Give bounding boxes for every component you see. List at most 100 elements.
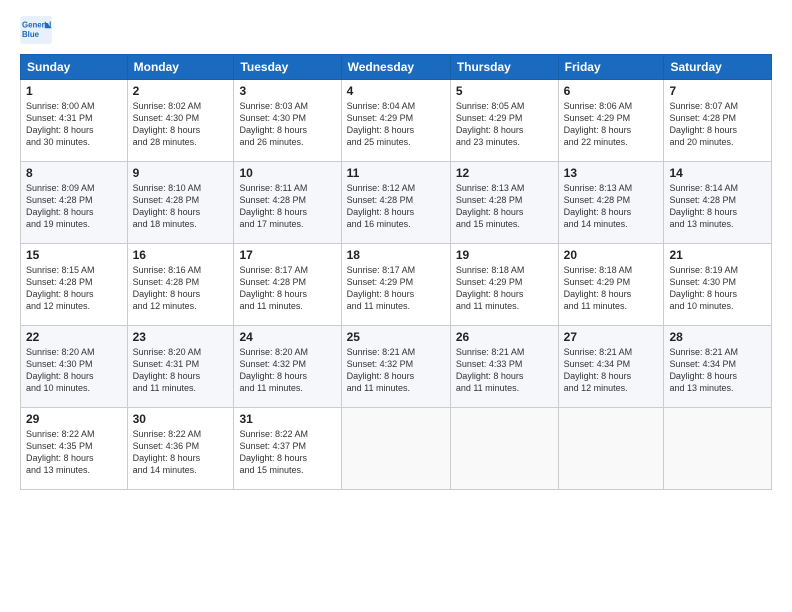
cell-details: Sunrise: 8:16 AMSunset: 4:28 PMDaylight:… [133, 264, 229, 313]
cell-detail-line: and 10 minutes. [669, 300, 766, 312]
day-number: 13 [564, 166, 659, 180]
cell-details: Sunrise: 8:20 AMSunset: 4:31 PMDaylight:… [133, 346, 229, 395]
calendar-week-2: 8Sunrise: 8:09 AMSunset: 4:28 PMDaylight… [21, 162, 772, 244]
calendar-cell: 23 Sunrise: 8:20 AMSunset: 4:31 PMDayligh… [127, 326, 234, 408]
cell-details: Sunrise: 8:06 AMSunset: 4:29 PMDaylight:… [564, 100, 659, 149]
cell-detail-line: Daylight: 8 hours [133, 124, 229, 136]
day-number: 18 [347, 248, 445, 262]
calendar-cell [450, 408, 558, 490]
cell-details: Sunrise: 8:03 AMSunset: 4:30 PMDaylight:… [239, 100, 335, 149]
cell-detail-line: Daylight: 8 hours [669, 124, 766, 136]
cell-detail-line: Sunset: 4:28 PM [133, 276, 229, 288]
cell-detail-line: Sunset: 4:37 PM [239, 440, 335, 452]
calendar-cell: 31Sunrise: 8:22 AMSunset: 4:37 PMDayligh… [234, 408, 341, 490]
cell-details: Sunrise: 8:15 AMSunset: 4:28 PMDaylight:… [26, 264, 122, 313]
day-number: 29 [26, 412, 122, 426]
cell-details: Sunrise: 8:13 AMSunset: 4:28 PMDaylight:… [564, 182, 659, 231]
cell-detail-line: Sunrise: 8:07 AM [669, 100, 766, 112]
calendar-cell: 26 Sunrise: 8:21 AMSunset: 4:33 PMDayligh… [450, 326, 558, 408]
cell-details: Sunrise: 8:13 AMSunset: 4:28 PMDaylight:… [456, 182, 553, 231]
day-number: 23 [133, 330, 229, 344]
cell-detail-line: Daylight: 8 hours [669, 288, 766, 300]
calendar-cell: 20 Sunrise: 8:18 AMSunset: 4:29 PMDayligh… [558, 244, 664, 326]
cell-detail-line: Sunrise: 8:19 AM [669, 264, 766, 276]
cell-detail-line: Sunrise: 8:21 AM [347, 346, 445, 358]
cell-detail-line: Sunrise: 8:14 AM [669, 182, 766, 194]
calendar-cell: 5Sunrise: 8:05 AMSunset: 4:29 PMDaylight… [450, 80, 558, 162]
header: General Blue [20, 16, 772, 44]
cell-detail-line: Sunset: 4:33 PM [456, 358, 553, 370]
cell-detail-line: Sunrise: 8:21 AM [456, 346, 553, 358]
cell-detail-line: Daylight: 8 hours [26, 452, 122, 464]
day-number: 20 [564, 248, 659, 262]
cell-detail-line: Sunset: 4:30 PM [133, 112, 229, 124]
logo: General Blue [20, 16, 52, 44]
cell-detail-line: and 30 minutes. [26, 136, 122, 148]
cell-detail-line: Daylight: 8 hours [26, 206, 122, 218]
cell-details: Sunrise: 8:10 AMSunset: 4:28 PMDaylight:… [133, 182, 229, 231]
weekday-header-friday: Friday [558, 55, 664, 80]
cell-detail-line: and 11 minutes. [347, 382, 445, 394]
cell-detail-line: and 12 minutes. [26, 300, 122, 312]
cell-detail-line: Daylight: 8 hours [239, 206, 335, 218]
day-number: 15 [26, 248, 122, 262]
cell-detail-line: Daylight: 8 hours [456, 370, 553, 382]
cell-detail-line: Sunset: 4:29 PM [564, 112, 659, 124]
cell-detail-line: Sunset: 4:28 PM [669, 112, 766, 124]
cell-details: Sunrise: 8:22 AMSunset: 4:36 PMDaylight:… [133, 428, 229, 477]
cell-detail-line: Daylight: 8 hours [26, 370, 122, 382]
cell-detail-line: Daylight: 8 hours [347, 124, 445, 136]
cell-detail-line: and 28 minutes. [133, 136, 229, 148]
cell-details: Sunrise: 8:05 AMSunset: 4:29 PMDaylight:… [456, 100, 553, 149]
cell-detail-line: Sunset: 4:29 PM [564, 276, 659, 288]
cell-detail-line: Daylight: 8 hours [133, 452, 229, 464]
calendar-cell: 24Sunrise: 8:20 AMSunset: 4:32 PMDayligh… [234, 326, 341, 408]
day-number: 17 [239, 248, 335, 262]
weekday-header-sunday: Sunday [21, 55, 128, 80]
cell-details: Sunrise: 8:18 AMSunset: 4:29 PMDaylight:… [564, 264, 659, 313]
cell-detail-line: Sunset: 4:28 PM [669, 194, 766, 206]
cell-detail-line: Sunrise: 8:02 AM [133, 100, 229, 112]
calendar-cell: 9Sunrise: 8:10 AMSunset: 4:28 PMDaylight… [127, 162, 234, 244]
cell-detail-line: and 11 minutes. [133, 382, 229, 394]
cell-detail-line: and 12 minutes. [564, 382, 659, 394]
calendar-cell: 1Sunrise: 8:00 AMSunset: 4:31 PMDaylight… [21, 80, 128, 162]
cell-details: Sunrise: 8:04 AMSunset: 4:29 PMDaylight:… [347, 100, 445, 149]
cell-detail-line: Sunset: 4:28 PM [564, 194, 659, 206]
day-number: 6 [564, 84, 659, 98]
cell-detail-line: and 15 minutes. [239, 464, 335, 476]
weekday-header-saturday: Saturday [664, 55, 772, 80]
calendar-cell: 12Sunrise: 8:13 AMSunset: 4:28 PMDayligh… [450, 162, 558, 244]
cell-detail-line: Sunrise: 8:16 AM [133, 264, 229, 276]
cell-details: Sunrise: 8:21 AMSunset: 4:33 PMDaylight:… [456, 346, 553, 395]
cell-detail-line: Daylight: 8 hours [239, 124, 335, 136]
calendar-cell: 18Sunrise: 8:17 AMSunset: 4:29 PMDayligh… [341, 244, 450, 326]
calendar-cell: 28Sunrise: 8:21 AMSunset: 4:34 PMDayligh… [664, 326, 772, 408]
cell-detail-line: Sunrise: 8:18 AM [564, 264, 659, 276]
cell-detail-line: Sunrise: 8:22 AM [26, 428, 122, 440]
cell-detail-line: Daylight: 8 hours [669, 370, 766, 382]
cell-detail-line: and 18 minutes. [133, 218, 229, 230]
cell-detail-line: Daylight: 8 hours [347, 370, 445, 382]
cell-detail-line: Daylight: 8 hours [133, 288, 229, 300]
cell-detail-line: and 16 minutes. [347, 218, 445, 230]
cell-detail-line: Sunrise: 8:18 AM [456, 264, 553, 276]
day-number: 11 [347, 166, 445, 180]
cell-detail-line: Daylight: 8 hours [239, 288, 335, 300]
cell-details: Sunrise: 8:21 AMSunset: 4:34 PMDaylight:… [669, 346, 766, 395]
cell-details: Sunrise: 8:21 AMSunset: 4:34 PMDaylight:… [564, 346, 659, 395]
cell-detail-line: and 11 minutes. [456, 382, 553, 394]
cell-detail-line: Sunset: 4:28 PM [26, 194, 122, 206]
calendar-cell: 30Sunrise: 8:22 AMSunset: 4:36 PMDayligh… [127, 408, 234, 490]
cell-detail-line: Daylight: 8 hours [347, 206, 445, 218]
cell-detail-line: and 14 minutes. [564, 218, 659, 230]
cell-detail-line: Daylight: 8 hours [133, 370, 229, 382]
calendar-week-3: 15 Sunrise: 8:15 AMSunset: 4:28 PMDayligh… [21, 244, 772, 326]
weekday-header-thursday: Thursday [450, 55, 558, 80]
cell-detail-line: Sunset: 4:35 PM [26, 440, 122, 452]
day-number: 26 [456, 330, 553, 344]
cell-detail-line: Sunset: 4:31 PM [26, 112, 122, 124]
cell-detail-line: Sunrise: 8:12 AM [347, 182, 445, 194]
calendar-cell: 25Sunrise: 8:21 AMSunset: 4:32 PMDayligh… [341, 326, 450, 408]
cell-detail-line: Sunset: 4:29 PM [347, 112, 445, 124]
